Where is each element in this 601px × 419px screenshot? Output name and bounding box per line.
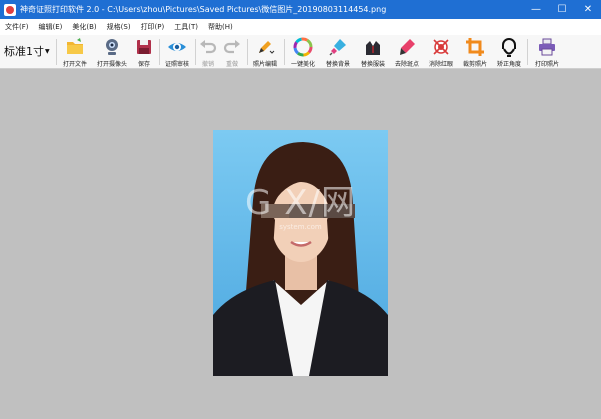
print-photo-label: 打印照片 — [534, 61, 559, 68]
menu-file[interactable]: 文件(F) — [0, 22, 34, 32]
correct-angle-button[interactable]: 矫正角度 — [491, 37, 527, 68]
menu-spec[interactable]: 规格(S) — [102, 22, 136, 32]
head-outline-icon — [502, 38, 516, 57]
pen-icon — [400, 39, 415, 55]
redo-icon — [223, 40, 240, 54]
eye-icon — [168, 43, 186, 51]
close-button[interactable]: ✕ — [575, 0, 601, 19]
color-wheel-icon — [293, 37, 313, 57]
minimize-button[interactable]: — — [523, 0, 549, 19]
photo-review-label: 证照审核 — [164, 61, 189, 68]
replace-background-button[interactable]: 替换背景 — [320, 37, 356, 68]
remove-spots-label: 去除斑点 — [394, 61, 419, 68]
undo-label: 撤销 — [201, 61, 214, 68]
crop-photo-button[interactable]: 裁剪照片 — [457, 37, 493, 68]
menu-beautify[interactable]: 美化(B) — [67, 22, 101, 32]
watermark-subtext: system.com — [279, 223, 322, 231]
save-label: 保存 — [137, 61, 150, 68]
one-click-beautify-button[interactable]: 一键美化 — [285, 37, 321, 68]
replace-clothing-button[interactable]: 替换服装 — [355, 37, 391, 68]
id-photo[interactable]: G X/网 system.com — [213, 130, 388, 376]
toolbar-separator — [527, 39, 528, 65]
menu-bar: 文件(F) 编辑(E) 美化(B) 规格(S) 打印(P) 工具(T) 帮助(H… — [0, 19, 601, 35]
window-title: 神奇证照打印软件 2.0 - C:\Users\zhou\Pictures\Sa… — [20, 5, 387, 14]
remove-spots-button[interactable]: 去除斑点 — [389, 37, 425, 68]
print-photo-button[interactable]: 打印照片 — [529, 37, 565, 68]
menu-tools[interactable]: 工具(T) — [169, 22, 203, 32]
maximize-button[interactable]: ☐ — [549, 0, 575, 19]
open-camera-label: 打开摄像头 — [96, 61, 127, 68]
app-window: 神奇证照打印软件 2.0 - C:\Users\zhou\Pictures\Sa… — [0, 0, 601, 419]
photo-edit-button[interactable]: 照片编辑 — [247, 37, 283, 68]
photo-edit-label: 照片编辑 — [252, 61, 277, 68]
folder-icon — [67, 38, 83, 54]
chevron-down-icon: ▼ — [45, 47, 50, 55]
pencil-icon — [259, 41, 275, 54]
photo-size-value: 标准1寸 — [4, 45, 44, 58]
photo-size-select[interactable]: 标准1寸 ▼ — [4, 43, 50, 59]
save-icon — [137, 40, 151, 54]
crop-icon — [466, 38, 484, 56]
menu-edit[interactable]: 编辑(E) — [34, 22, 68, 32]
redo-label: 重做 — [225, 61, 238, 68]
open-file-label: 打开文件 — [62, 61, 87, 68]
menu-print[interactable]: 打印(P) — [136, 22, 170, 32]
redo-button[interactable]: 重做 — [214, 37, 250, 68]
portrait-image — [213, 130, 388, 376]
webcam-icon — [106, 39, 118, 55]
menu-help[interactable]: 帮助(H) — [203, 22, 238, 32]
photo-canvas[interactable]: G X/网 system.com — [0, 69, 601, 419]
red-eye-icon — [433, 39, 449, 55]
correct-angle-label: 矫正角度 — [496, 61, 521, 68]
printer-icon — [539, 38, 555, 56]
watermark-text: G X/网 — [245, 183, 356, 223]
open-file-button[interactable]: 打开文件 — [57, 37, 93, 68]
toolbar: 标准1寸 ▼ 打开文件 打开摄像头 保存 证照审核 撤销 重做 照片编辑 一键美… — [0, 35, 601, 69]
one-click-beautify-label: 一键美化 — [290, 61, 315, 68]
title-bar: 神奇证照打印软件 2.0 - C:\Users\zhou\Pictures\Sa… — [0, 0, 601, 19]
crop-photo-label: 裁剪照片 — [462, 61, 487, 68]
remove-red-eye-label: 消除红眼 — [428, 61, 453, 68]
open-camera-button[interactable]: 打开摄像头 — [94, 37, 130, 68]
brush-icon — [329, 39, 346, 56]
replace-background-label: 替换背景 — [325, 61, 350, 68]
suit-icon — [366, 41, 380, 55]
save-button[interactable]: 保存 — [126, 37, 162, 68]
replace-clothing-label: 替换服装 — [360, 61, 385, 68]
remove-red-eye-button[interactable]: 消除红眼 — [423, 37, 459, 68]
app-logo-icon — [4, 3, 16, 16]
